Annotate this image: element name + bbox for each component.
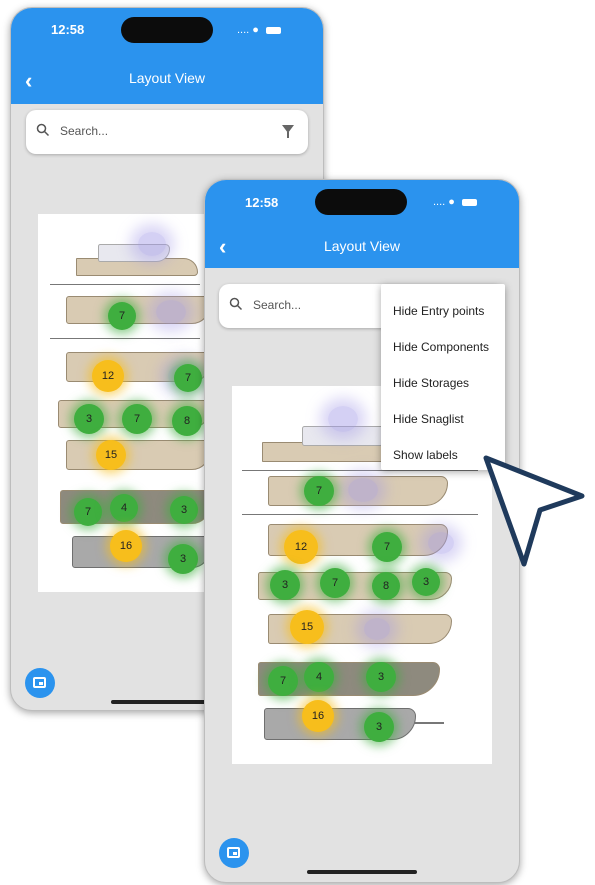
component-glow xyxy=(428,532,454,554)
menu-item-hide-snaglist[interactable]: Hide Snaglist xyxy=(393,412,464,426)
filter-icon[interactable] xyxy=(282,125,294,138)
map-marker[interactable]: 7 xyxy=(372,532,402,562)
search-bar[interactable]: Search... xyxy=(26,110,308,154)
map-marker[interactable]: 7 xyxy=(268,666,298,696)
layer-options-menu: Hide Entry points Hide Components Hide S… xyxy=(381,284,505,470)
layout-toggle-button[interactable] xyxy=(219,838,249,868)
map-marker[interactable]: 3 xyxy=(168,544,198,574)
deck-plan-4 xyxy=(66,440,210,470)
superstructure-glow xyxy=(328,406,358,432)
layout-toggle-button[interactable] xyxy=(25,668,55,698)
front-phone-screen: 12:58 .... ● ‹ Layout View Search... 7 1… xyxy=(204,179,520,883)
map-marker[interactable]: 3 xyxy=(74,404,104,434)
map-marker[interactable]: 7 xyxy=(74,498,102,526)
deck-divider xyxy=(50,338,200,339)
wifi-icon: ● xyxy=(448,196,455,208)
map-marker[interactable]: 7 xyxy=(122,404,152,434)
menu-item-hide-storages[interactable]: Hide Storages xyxy=(393,376,469,390)
map-marker[interactable]: 3 xyxy=(170,496,198,524)
map-marker[interactable]: 8 xyxy=(372,572,400,600)
page-title: Layout View xyxy=(128,70,205,86)
layout-icon xyxy=(33,677,46,688)
carrier-dots: .... xyxy=(237,24,250,36)
battery-icon xyxy=(462,198,478,206)
map-marker[interactable]: 15 xyxy=(96,440,126,470)
map-marker[interactable]: 15 xyxy=(290,610,324,644)
deck-plan-1 xyxy=(66,296,210,324)
status-time: 12:58 xyxy=(245,195,279,210)
search-icon xyxy=(36,123,50,137)
dynamic-island xyxy=(315,189,407,215)
home-indicator xyxy=(307,870,417,874)
app-bar: 12:58 .... ● ‹ Layout View xyxy=(205,180,519,268)
deck-divider xyxy=(50,284,200,285)
app-bar: 12:58 .... ● ‹ Layout View xyxy=(11,8,323,104)
component-glow xyxy=(348,478,378,502)
menu-item-hide-components[interactable]: Hide Components xyxy=(393,340,489,354)
map-marker[interactable]: 7 xyxy=(304,476,334,506)
carrier-dots: .... xyxy=(433,196,446,208)
map-marker[interactable]: 16 xyxy=(110,530,142,562)
map-marker[interactable]: 7 xyxy=(320,568,350,598)
map-marker[interactable]: 3 xyxy=(412,568,440,596)
map-marker[interactable]: 12 xyxy=(284,530,318,564)
page-title: Layout View xyxy=(323,238,400,254)
status-icons: .... ● xyxy=(433,196,478,208)
deck-divider xyxy=(242,514,478,515)
map-marker[interactable]: 3 xyxy=(270,570,300,600)
status-time: 12:58 xyxy=(51,22,85,37)
deck-bow-line xyxy=(414,722,444,724)
map-marker[interactable]: 3 xyxy=(364,712,394,742)
map-marker[interactable]: 12 xyxy=(92,360,124,392)
component-glow xyxy=(156,300,186,324)
search-input[interactable]: Search... xyxy=(253,298,301,312)
superstructure-glow xyxy=(138,232,166,256)
deck-divider xyxy=(242,470,478,471)
status-icons: .... ● xyxy=(237,24,282,36)
wifi-icon: ● xyxy=(252,24,259,36)
deck-plan: 7 12 7 3 7 8 15 7 4 3 16 3 xyxy=(38,214,210,592)
search-icon xyxy=(229,297,243,311)
search-input[interactable]: Search... xyxy=(60,124,108,138)
menu-item-hide-entry-points[interactable]: Hide Entry points xyxy=(393,304,484,318)
map-marker[interactable]: 7 xyxy=(108,302,136,330)
layout-icon xyxy=(227,847,240,858)
component-glow xyxy=(364,618,390,640)
map-marker[interactable]: 4 xyxy=(110,494,138,522)
map-marker[interactable]: 7 xyxy=(174,364,202,392)
map-marker[interactable]: 16 xyxy=(302,700,334,732)
menu-item-show-labels[interactable]: Show labels xyxy=(393,448,458,462)
map-marker[interactable]: 8 xyxy=(172,406,202,436)
map-marker[interactable]: 3 xyxy=(366,662,396,692)
battery-icon xyxy=(266,26,282,34)
cursor-pointer-icon xyxy=(483,455,585,567)
map-marker[interactable]: 4 xyxy=(304,662,334,692)
dynamic-island xyxy=(121,17,213,43)
